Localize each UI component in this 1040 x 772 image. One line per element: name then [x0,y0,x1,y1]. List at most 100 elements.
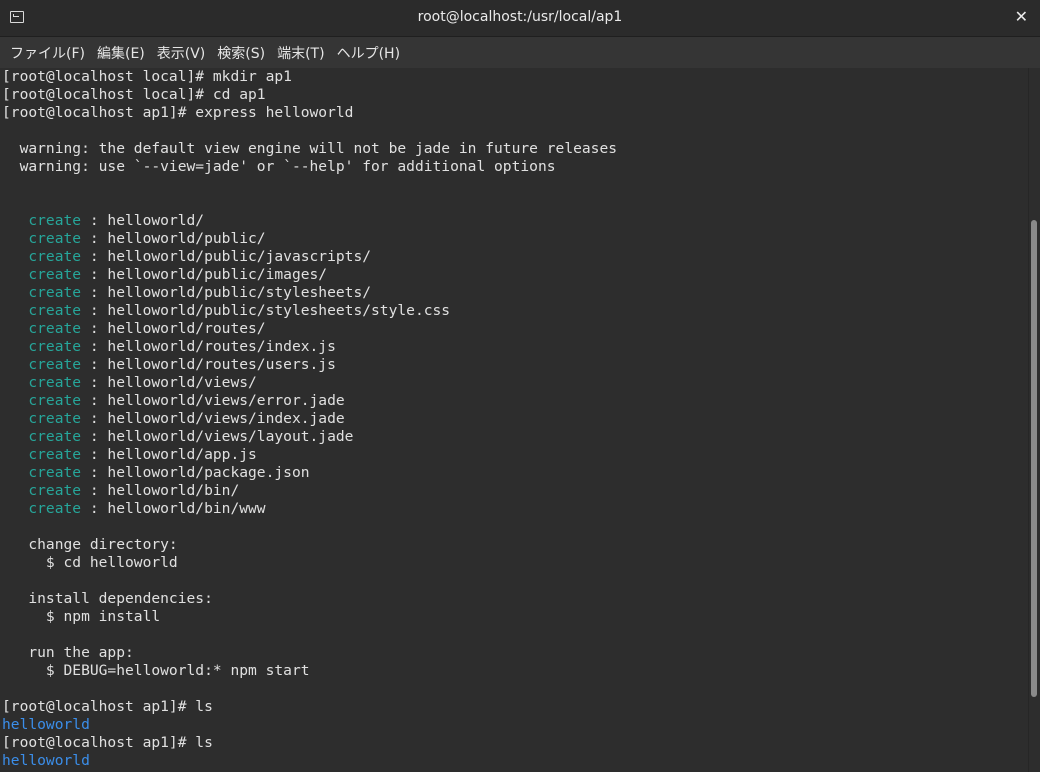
terminal-line: [root@localhost ap1]# ls [2,698,1029,716]
terminal-line: run the app: [2,644,1029,662]
terminal-line: create : helloworld/public/images/ [2,266,1029,284]
create-keyword: create [28,320,82,337]
terminal-line: $ npm install [2,608,1029,626]
terminal-line: create : helloworld/app.js [2,446,1029,464]
line-text: $ DEBUG=helloworld:* npm start [2,662,310,679]
line-text: : helloworld/app.js [81,446,257,463]
scrollbar[interactable] [1028,68,1040,772]
line-text: $ npm install [2,608,161,625]
menu-search[interactable]: 検索(S) [211,43,271,63]
create-keyword: create [28,482,82,499]
scrollbar-thumb[interactable] [1031,220,1037,697]
line-text: : helloworld/public/stylesheets/ [81,284,372,301]
terminal-line: change directory: [2,536,1029,554]
terminal-line: create : helloworld/package.json [2,464,1029,482]
create-keyword: create [28,464,82,481]
shell-prompt: [root@localhost ap1]# [2,698,196,715]
terminal-line: [root@localhost local]# cd ap1 [2,86,1029,104]
terminal-line: create : helloworld/public/stylesheets/ [2,284,1029,302]
terminal-line: warning: use `--view=jade' or `--help' f… [2,158,1029,176]
line-text: : helloworld/views/index.jade [81,410,345,427]
terminal-line: helloworld [2,752,1029,770]
terminal-line: create : helloworld/routes/users.js [2,356,1029,374]
terminal-line: create : helloworld/public/javascripts/ [2,248,1029,266]
line-text: : helloworld/views/error.jade [81,392,345,409]
menu-file[interactable]: ファイル(F) [4,43,91,63]
terminal-line: create : helloworld/routes/ [2,320,1029,338]
line-text: warning: use `--view=jade' or `--help' f… [2,158,556,175]
menu-bar: ファイル(F) 編集(E) 表示(V) 検索(S) 端末(T) ヘルプ(H) [0,37,1040,69]
line-text: ls [195,734,213,751]
line-text: : helloworld/views/layout.jade [81,428,354,445]
terminal-line: [root@localhost local]# mkdir ap1 [2,68,1029,86]
line-text: : helloworld/public/stylesheets/style.cs… [81,302,451,319]
line-text: run the app: [2,644,134,661]
line-text: : helloworld/public/javascripts/ [81,248,372,265]
line-text: : helloworld/bin/ [81,482,240,499]
line-text: ls [195,698,213,715]
shell-prompt: [root@localhost ap1]# [2,104,196,121]
menu-edit[interactable]: 編集(E) [91,43,151,63]
create-keyword: create [28,392,82,409]
terminal-line: create : helloworld/routes/index.js [2,338,1029,356]
terminal-line: create : helloworld/views/index.jade [2,410,1029,428]
title-bar: root@localhost:/usr/local/ap1 ✕ [0,0,1040,37]
terminal-line: create : helloworld/views/error.jade [2,392,1029,410]
create-keyword: create [28,212,82,229]
directory-name: helloworld [2,716,90,733]
line-text: : helloworld/routes/index.js [81,338,336,355]
terminal-line: [root@localhost ap1]# ls [2,734,1029,752]
line-text: mkdir ap1 [212,68,292,85]
terminal-output[interactable]: [root@localhost local]# mkdir ap1 [root@l… [0,68,1029,772]
terminal-line: create : helloworld/views/ [2,374,1029,392]
terminal-line: $ DEBUG=helloworld:* npm start [2,662,1029,680]
create-keyword: create [28,374,82,391]
create-keyword: create [28,230,82,247]
create-keyword: create [28,248,82,265]
line-text: express helloworld [195,104,354,121]
line-text: : helloworld/bin/www [81,500,266,517]
menu-help[interactable]: ヘルプ(H) [331,43,406,63]
directory-name: helloworld [2,752,90,769]
terminal-line: create : helloworld/views/layout.jade [2,428,1029,446]
line-text: cd ap1 [212,86,266,103]
line-text: change directory: [2,536,178,553]
terminal-line: install dependencies: [2,590,1029,608]
close-icon[interactable]: ✕ [1015,8,1028,26]
create-keyword: create [28,500,82,517]
line-text: : helloworld/views/ [81,374,257,391]
create-keyword: create [28,338,82,355]
line-text: $ cd helloworld [2,554,178,571]
create-keyword: create [28,356,82,373]
create-keyword: create [28,266,82,283]
create-keyword: create [28,410,82,427]
create-keyword: create [28,446,82,463]
terminal-window: root@localhost:/usr/local/ap1 ✕ ファイル(F) … [0,0,1040,772]
menu-view[interactable]: 表示(V) [151,43,212,63]
menu-terminal[interactable]: 端末(T) [271,43,330,63]
create-keyword: create [28,284,82,301]
line-text: : helloworld/package.json [81,464,310,481]
shell-prompt: [root@localhost local]# [2,86,213,103]
terminal-line: create : helloworld/public/ [2,230,1029,248]
line-text: : helloworld/routes/ [81,320,266,337]
window-title: root@localhost:/usr/local/ap1 [417,9,623,25]
line-text: : helloworld/public/images/ [81,266,328,283]
terminal-line: $ cd helloworld [2,554,1029,572]
